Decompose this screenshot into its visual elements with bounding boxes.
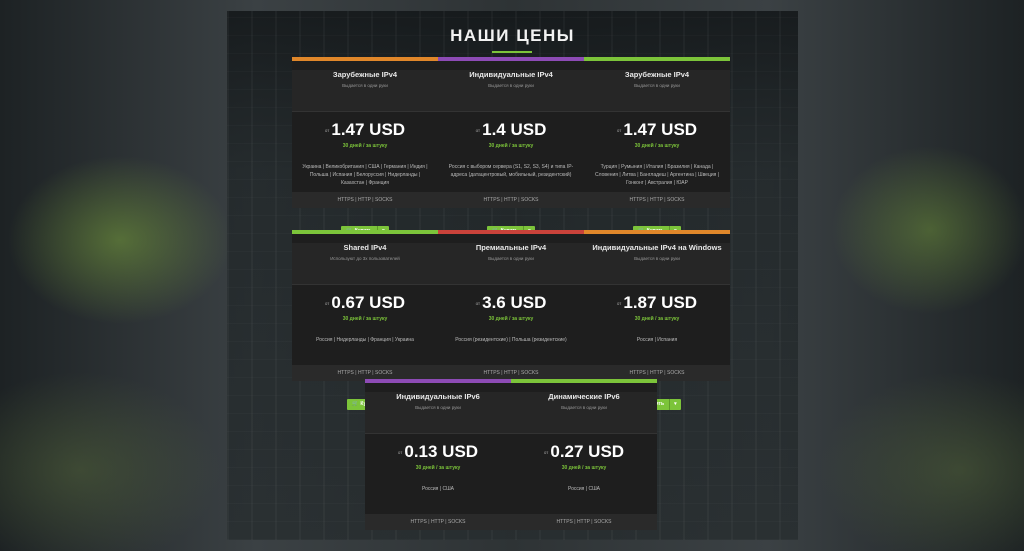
pricing-card: Премиальные IPv4 Выдается в одни руки от… [438, 230, 584, 410]
price-value: 1.47 USD [331, 120, 406, 139]
plan-name: Премиальные IPv4 [475, 243, 547, 252]
plan-subtitle: Выдается в одни руки [634, 83, 680, 88]
plan-subtitle: Выдается в одни руки [488, 83, 534, 88]
price-row: от 0.67 USD [292, 293, 438, 313]
pricing-panel: НАШИ ЦЕНЫ Зарубежные IPv4 Выдается в одн… [227, 11, 798, 540]
cart-icon: 🛒 [352, 401, 359, 407]
plan-countries: Россия | Испания [636, 337, 678, 343]
price-period: 30 дней / за штуку [488, 143, 534, 149]
price-row: от 1.87 USD [584, 293, 730, 313]
price-value: 0.13 USD [404, 442, 479, 461]
price-period: 30 дней / за штуку [634, 316, 680, 322]
card-header: Индивидуальные IPv4 Выдается в одни руки [438, 70, 584, 112]
card-accent-bar [292, 57, 438, 61]
price-row: от 1.47 USD [292, 120, 438, 140]
pricing-card: Shared IPv4 Используют до 3х пользовател… [292, 230, 438, 410]
plan-subtitle: Выдается в одни руки [634, 256, 680, 261]
plan-name: Зарубежные IPv4 [332, 70, 398, 79]
price-from-label: от [543, 449, 549, 455]
price-from-label: от [475, 300, 481, 306]
price-from-label: от [397, 449, 403, 455]
card-accent-bar [511, 379, 657, 383]
plan-name: Динамические IPv6 [548, 392, 620, 401]
price-period: 30 дней / за штуку [415, 465, 461, 471]
plan-name: Индивидуальные IPv4 на Windows [592, 243, 722, 252]
plan-countries: Турция | Румыния | Италия | Бразилия | К… [594, 164, 720, 186]
price-period: 30 дней / за штуку [342, 143, 388, 149]
card-header: Индивидуальные IPv6 Выдается в одни руки [365, 392, 511, 434]
price-value: 0.27 USD [550, 442, 625, 461]
plan-countries: Россия с выбором сервера (S1, S2, S3, S4… [448, 164, 574, 178]
price-row: от 0.13 USD [365, 442, 511, 462]
card-header: Индивидуальные IPv4 на Windows Выдается … [584, 243, 730, 285]
plan-subtitle: Выдается в одни руки [488, 256, 534, 261]
price-period: 30 дней / за штуку [488, 316, 534, 322]
price-from-label: от [324, 127, 330, 133]
page-title: НАШИ ЦЕНЫ [450, 26, 575, 45]
plan-name: Индивидуальные IPv4 [469, 70, 553, 79]
price-row: от 1.47 USD [584, 120, 730, 140]
price-row: от 0.27 USD [511, 442, 657, 462]
price-from-label: от [616, 300, 622, 306]
plan-protocols: HTTPS | HTTP | SOCKS [584, 192, 730, 208]
plan-subtitle: Используют до 3х пользователей [330, 256, 400, 261]
card-header: Зарубежные IPv4 Выдается в одни руки [584, 70, 730, 112]
card-header: Зарубежные IPv4 Выдается в одни руки [292, 70, 438, 112]
plan-name: Зарубежные IPv4 [624, 70, 690, 79]
pricing-card: Индивидуальные IPv4 Выдается в одни руки… [438, 57, 584, 237]
plan-protocols: HTTPS | HTTP | SOCKS [292, 192, 438, 208]
pricing-card: Индивидуальные IPv4 на Windows Выдается … [584, 230, 730, 410]
card-accent-bar [292, 230, 438, 234]
plan-countries: Россия | США [421, 486, 454, 492]
chevron-down-icon[interactable]: ▾ [669, 398, 681, 410]
price-value: 1.4 USD [482, 120, 547, 139]
plan-countries: Россия | Нидерланды | Франция | Украина [316, 337, 414, 343]
card-header: Shared IPv4 Используют до 3х пользовател… [292, 243, 438, 285]
pricing-card: Зарубежные IPv4 Выдается в одни руки от 1… [584, 57, 730, 237]
price-row: от 3.6 USD [438, 293, 584, 313]
price-value: 1.47 USD [623, 120, 698, 139]
card-header: Премиальные IPv4 Выдается в одни руки [438, 243, 584, 285]
pricing-card: Индивидуальные IPv6 Выдается в одни руки… [365, 379, 511, 530]
price-value: 1.87 USD [623, 293, 698, 312]
plan-countries: Украина | Великобритания | США | Германи… [302, 164, 428, 186]
plan-subtitle: Выдается в одни руки [415, 405, 461, 410]
title-underline [492, 51, 532, 53]
price-period: 30 дней / за штуку [561, 465, 607, 471]
plan-name: Индивидуальные IPv6 [396, 392, 480, 401]
plan-subtitle: Выдается в одни руки [561, 405, 607, 410]
card-accent-bar [584, 57, 730, 61]
plan-subtitle: Выдается в одни руки [342, 83, 388, 88]
plan-countries: Россия (резидентские) | Польша (резидент… [455, 337, 567, 343]
plan-countries: Россия | США [567, 486, 600, 492]
plan-protocols: HTTPS | HTTP | SOCKS [365, 514, 511, 530]
price-row: от 1.4 USD [438, 120, 584, 140]
card-accent-bar [438, 230, 584, 234]
pricing-card: Динамические IPv6 Выдается в одни руки о… [511, 379, 657, 530]
price-value: 3.6 USD [482, 293, 547, 312]
price-from-label: от [475, 127, 481, 133]
price-from-label: от [324, 300, 330, 306]
price-value: 0.67 USD [331, 293, 406, 312]
price-from-label: от [616, 127, 622, 133]
card-accent-bar [438, 57, 584, 61]
card-header: Динамические IPv6 Выдается в одни руки [511, 392, 657, 434]
card-accent-bar [584, 230, 730, 234]
price-period: 30 дней / за штуку [634, 143, 680, 149]
price-period: 30 дней / за штуку [342, 316, 388, 322]
card-accent-bar [365, 379, 511, 383]
pricing-card: Зарубежные IPv4 Выдается в одни руки от 1… [292, 57, 438, 237]
plan-name: Shared IPv4 [343, 243, 387, 252]
plan-protocols: HTTPS | HTTP | SOCKS [511, 514, 657, 530]
plan-protocols: HTTPS | HTTP | SOCKS [438, 192, 584, 208]
